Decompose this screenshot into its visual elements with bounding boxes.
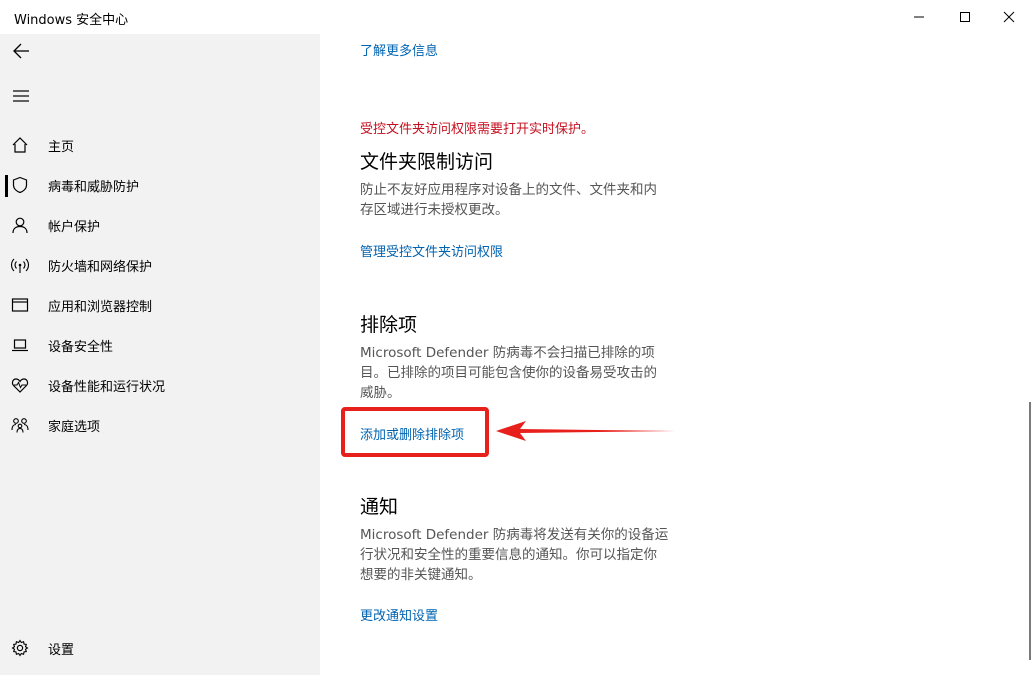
notifications-heading: 通知 bbox=[360, 496, 399, 518]
sidebar-item-settings[interactable]: 设置 bbox=[0, 629, 320, 667]
sidebar-item-label: 家庭选项 bbox=[48, 420, 101, 435]
description-line: Microsoft Defender 防病毒不会扫描已排除的项 bbox=[360, 345, 655, 361]
sidebar-item-label: 主页 bbox=[48, 140, 75, 155]
menu-button[interactable] bbox=[12, 87, 30, 105]
sidebar-item-device-performance[interactable]: 设备性能和运行状况 bbox=[0, 366, 320, 404]
description-line: 行状况和安全性的重要信息的通知。你可以指定你 bbox=[360, 547, 657, 563]
sidebar: 主页 病毒和威胁防护 帐户保护 防火墙和网络保护 应用和浏览器控制 设备安全性 … bbox=[0, 34, 320, 675]
realtime-warning-text: 受控文件夹访问权限需要打开实时保护。 bbox=[360, 122, 595, 137]
wifi-signal-icon bbox=[11, 258, 29, 273]
main-content: 了解更多信息 受控文件夹访问权限需要打开实时保护。 文件夹限制访问 防止不友好应… bbox=[320, 34, 1034, 675]
back-button[interactable] bbox=[12, 42, 30, 60]
description-line: 目。已排除的项目可能包含使你的设备易受攻击的 bbox=[360, 365, 657, 381]
browser-window-icon bbox=[11, 298, 29, 312]
sidebar-item-label: 设置 bbox=[48, 643, 75, 658]
sidebar-item-label: 设备性能和运行状况 bbox=[48, 380, 166, 395]
title-bar: Windows 安全中心 bbox=[0, 0, 1034, 34]
exclusions-heading: 排除项 bbox=[360, 314, 418, 336]
annotation-highlight-box bbox=[341, 407, 489, 457]
minimize-button[interactable] bbox=[894, 0, 944, 34]
description-line: 防止不友好应用程序对设备上的文件、文件夹和内 bbox=[360, 182, 657, 198]
folder-access-heading: 文件夹限制访问 bbox=[360, 151, 494, 173]
folder-access-description: 防止不友好应用程序对设备上的文件、文件夹和内 存区域进行未授权更改。 bbox=[360, 180, 700, 220]
sidebar-item-account-protection[interactable]: 帐户保护 bbox=[0, 206, 320, 244]
sidebar-item-label: 应用和浏览器控制 bbox=[48, 300, 153, 315]
sidebar-item-virus-protection[interactable]: 病毒和威胁防护 bbox=[0, 166, 320, 204]
sidebar-item-label: 病毒和威胁防护 bbox=[48, 180, 140, 195]
change-notification-settings-link[interactable]: 更改通知设置 bbox=[360, 605, 438, 624]
back-arrow-icon bbox=[13, 43, 29, 59]
close-button[interactable] bbox=[984, 0, 1034, 34]
gear-icon bbox=[11, 639, 29, 657]
exclusions-description: Microsoft Defender 防病毒不会扫描已排除的项 目。已排除的项目… bbox=[360, 343, 700, 403]
description-line: Microsoft Defender 防病毒将发送有关你的设备运 bbox=[360, 527, 669, 543]
family-icon bbox=[11, 418, 29, 433]
shield-icon bbox=[12, 176, 28, 194]
sidebar-item-label: 防火墙和网络保护 bbox=[48, 260, 153, 275]
window-title: Windows 安全中心 bbox=[14, 13, 129, 28]
person-icon bbox=[12, 217, 28, 234]
sidebar-item-device-security[interactable]: 设备安全性 bbox=[0, 326, 320, 364]
laptop-icon bbox=[12, 339, 28, 352]
sidebar-item-label: 帐户保护 bbox=[48, 220, 101, 235]
description-line: 存区域进行未授权更改。 bbox=[360, 202, 509, 218]
selection-indicator bbox=[5, 175, 8, 197]
sidebar-item-family-options[interactable]: 家庭选项 bbox=[0, 406, 320, 444]
maximize-icon bbox=[960, 12, 970, 22]
sidebar-item-label: 设备安全性 bbox=[48, 340, 114, 355]
close-icon bbox=[1003, 11, 1015, 23]
description-line: 想要的非关键通知。 bbox=[360, 567, 482, 583]
minimize-icon bbox=[914, 16, 924, 18]
sidebar-item-firewall[interactable]: 防火墙和网络保护 bbox=[0, 246, 320, 284]
heart-pulse-icon bbox=[11, 378, 29, 393]
sidebar-item-home[interactable]: 主页 bbox=[0, 126, 320, 164]
manage-folder-access-link[interactable]: 管理受控文件夹访问权限 bbox=[360, 241, 503, 260]
learn-more-link[interactable]: 了解更多信息 bbox=[360, 40, 438, 59]
annotation-arrow-icon bbox=[496, 421, 676, 441]
scrollbar-thumb[interactable] bbox=[1029, 402, 1031, 660]
notifications-description: Microsoft Defender 防病毒将发送有关你的设备运 行状况和安全性… bbox=[360, 525, 700, 585]
sidebar-item-app-browser-control[interactable]: 应用和浏览器控制 bbox=[0, 286, 320, 324]
description-line: 威胁。 bbox=[360, 385, 401, 401]
hamburger-icon bbox=[13, 90, 29, 102]
maximize-button[interactable] bbox=[940, 0, 990, 34]
home-icon bbox=[12, 137, 28, 153]
